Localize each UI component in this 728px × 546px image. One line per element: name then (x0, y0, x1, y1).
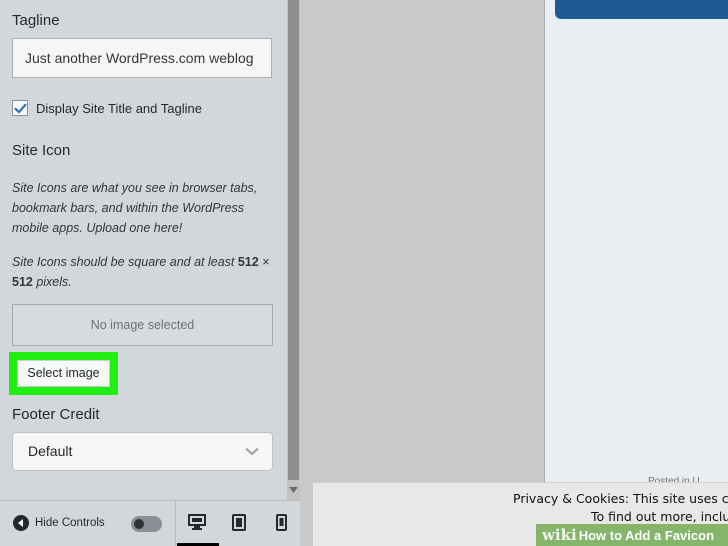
site-icon-heading: Site Icon (12, 142, 71, 159)
size-note-width: 512 (237, 255, 259, 269)
scroll-down-arrow-icon[interactable] (288, 484, 299, 496)
tagline-input[interactable]: Just another WordPress.com weblog (12, 38, 272, 78)
hide-controls-button[interactable]: Hide Controls (13, 515, 105, 531)
preview-header-banner (555, 0, 728, 19)
preview-background (300, 0, 544, 482)
site-icon-placeholder: No image selected (12, 304, 273, 346)
customizer-panel: Tagline Just another WordPress.com weblo… (0, 0, 287, 500)
footer-divider (175, 501, 176, 546)
footer-credit-value: Default (28, 443, 73, 459)
checkmark-icon (14, 103, 26, 113)
wikihow-watermark: wiki How to Add a Favicon (536, 524, 728, 546)
tagline-heading: Tagline (12, 12, 60, 29)
preview-toggle[interactable] (131, 516, 162, 532)
preview-page (544, 0, 728, 482)
site-icon-description: Site Icons are what you see in browser t… (12, 181, 258, 235)
size-note-prefix: Site Icons should be square and at least (12, 255, 238, 269)
footer-credit-select[interactable]: Default (12, 432, 273, 471)
size-note-suffix: pixels. (32, 275, 72, 289)
hide-controls-label: Hide Controls (35, 517, 105, 529)
desktop-icon[interactable] (186, 511, 208, 533)
watermark-title: How to Add a Favicon (578, 527, 715, 543)
display-title-checkbox[interactable] (12, 100, 28, 116)
mobile-icon[interactable] (270, 511, 292, 533)
toggle-knob (134, 519, 144, 529)
customizer-footer: Hide Controls (0, 500, 300, 546)
site-icon-size-note: Site Icons should be square and at least… (12, 252, 274, 292)
size-note-times: × (258, 255, 270, 269)
display-title-label: Display Site Title and Tagline (36, 100, 202, 116)
watermark-wiki: wiki (542, 526, 577, 544)
chevron-down-icon (245, 447, 259, 456)
tablet-icon[interactable] (228, 511, 250, 533)
collapse-arrow-icon (13, 515, 29, 531)
size-note-height: 512 (12, 275, 33, 289)
display-title-checkbox-row[interactable]: Display Site Title and Tagline (12, 98, 202, 118)
panel-scrollbar-thumb[interactable] (288, 0, 299, 480)
footer-credit-heading: Footer Credit (12, 406, 100, 423)
cookie-text-line-1: Privacy & Cookies: This site uses c (513, 491, 728, 506)
select-image-button[interactable]: Select image (17, 360, 110, 387)
cookie-text-line-2: To find out more, inclu (591, 509, 728, 524)
